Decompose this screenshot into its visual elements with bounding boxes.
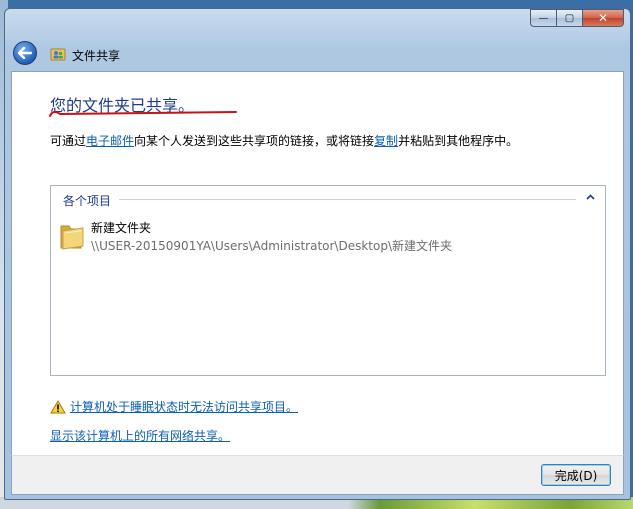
show-all-shares-link[interactable]: 显示该计算机上的所有网络共享。	[50, 427, 230, 444]
caption-buttons: — ▢ ✕	[530, 9, 624, 27]
group-header: 各个项目	[63, 194, 112, 208]
folder-icon	[60, 225, 84, 250]
copy-link[interactable]: 复制	[374, 134, 398, 148]
email-link[interactable]: 电子邮件	[86, 134, 134, 148]
window-title: 文件共享	[72, 49, 121, 63]
content-area: 您的文件夹已共享。 可通过电子邮件向某个人发送到这些共享项的链接，或将链接复制并…	[11, 71, 624, 455]
chevron-up-icon	[586, 194, 595, 200]
sleep-warning-link[interactable]: 计算机处于睡眠状态时无法访问共享项目。	[70, 398, 298, 415]
item-name: 新建文件夹	[91, 221, 152, 235]
file-sharing-window: — ▢ ✕ 文件共享 您的文件夹已共享。 可通过电子邮件向某个人发送到这些共享项…	[4, 8, 631, 500]
shared-items-list: 各个项目 新建文件夹 \\USER-20150901YA\Users\Admin…	[50, 185, 606, 376]
maximize-button[interactable]: ▢	[556, 9, 582, 27]
minimize-button[interactable]: —	[530, 9, 556, 27]
warning-icon	[50, 399, 66, 413]
sharing-users-icon	[50, 48, 66, 61]
collapse-group-button[interactable]	[586, 192, 595, 203]
navigation-bar: 文件共享	[5, 35, 630, 69]
red-annotation-underline	[49, 110, 237, 117]
back-button[interactable]	[13, 41, 37, 65]
close-button[interactable]: ✕	[582, 9, 624, 27]
back-arrow-icon	[18, 47, 32, 59]
desc-prefix: 可通过	[50, 134, 87, 148]
sleep-warning: 计算机处于睡眠状态时无法访问共享项目。	[50, 398, 298, 415]
footer-bar: 完成(D)	[11, 455, 624, 495]
desc-suffix: 并粘贴到其他程序中。	[398, 134, 519, 148]
item-path: \\USER-20150901YA\Users\Administrator\De…	[91, 239, 453, 253]
done-button[interactable]: 完成(D)	[541, 464, 611, 486]
share-description: 可通过电子邮件向某个人发送到这些共享项的链接，或将链接复制并粘贴到其他程序中。	[50, 132, 518, 149]
group-header-divider	[119, 199, 576, 200]
desc-middle: 向某个人发送到这些共享项的链接，或将链接	[134, 134, 375, 148]
